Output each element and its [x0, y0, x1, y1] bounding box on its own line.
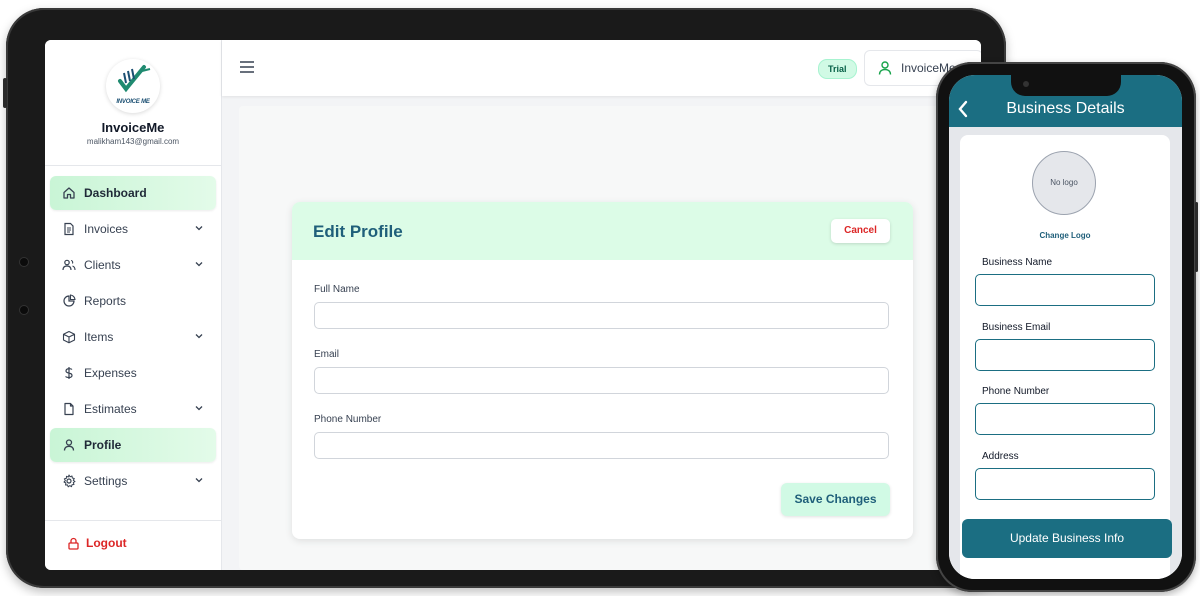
logout-button[interactable]: Logout — [67, 536, 127, 550]
sidebar-item-dashboard[interactable]: Dashboard — [50, 176, 216, 210]
home-icon — [62, 186, 76, 200]
edit-profile-title: Edit Profile — [313, 222, 403, 241]
hamburger-menu-icon[interactable] — [240, 61, 254, 73]
sidebar-item-label: Reports — [84, 294, 127, 308]
sidebar-item-expenses[interactable]: Expenses — [50, 356, 216, 390]
sidebar-item-label: Settings — [84, 474, 128, 488]
sidebar-item-label: Dashboard — [84, 186, 147, 200]
save-changes-button[interactable]: Save Changes — [781, 483, 890, 516]
sidebar-item-profile[interactable]: Profile — [50, 428, 216, 462]
user-icon — [62, 438, 76, 452]
phone-device: Business Details No logo Change Logo Bus… — [936, 62, 1198, 592]
tablet-sensor — [20, 306, 28, 314]
phone-camera — [1023, 81, 1029, 87]
tablet-camera — [20, 258, 28, 266]
user-icon — [878, 61, 892, 75]
box-icon — [62, 330, 76, 344]
logout-label: Logout — [86, 536, 127, 550]
tablet-screen: INVOICE ME InvoiceMe malikham143@gmail.c… — [45, 40, 981, 570]
sidebar-item-settings[interactable]: Settings — [50, 464, 216, 498]
sidebar-divider — [45, 520, 221, 521]
full-name-input[interactable] — [314, 302, 889, 329]
checkmark-logo-icon — [118, 65, 151, 93]
phone-side-button — [1195, 202, 1198, 272]
business-name-input[interactable] — [975, 274, 1155, 306]
chevron-down-icon — [195, 334, 203, 339]
sidebar-item-label: Invoices — [84, 222, 129, 236]
business-logo-placeholder[interactable]: No logo — [1032, 151, 1096, 215]
pie-chart-icon — [62, 294, 76, 308]
sidebar-item-label: Estimates — [84, 402, 137, 416]
sidebar-nav: Dashboard Invoices Clients Reports Items… — [50, 176, 216, 500]
sidebar-item-clients[interactable]: Clients — [50, 248, 216, 282]
business-name-label: Business Name — [982, 257, 1053, 268]
chevron-down-icon — [195, 478, 203, 483]
business-phone-label: Phone Number — [982, 386, 1050, 397]
sidebar-item-invoices[interactable]: Invoices — [50, 212, 216, 246]
business-email-input[interactable] — [975, 339, 1155, 371]
phone-title: Business Details — [1006, 100, 1125, 117]
edit-profile-card: Edit Profile Cancel Full Name Email Phon… — [292, 202, 913, 539]
dollar-icon — [62, 366, 76, 380]
address-label: Address — [982, 451, 1019, 462]
phone-number-input[interactable] — [314, 432, 889, 459]
sidebar-item-estimates[interactable]: Estimates — [50, 392, 216, 426]
phone-body: No logo Change Logo Business Name Busine… — [949, 127, 1182, 579]
sidebar-item-label: Expenses — [84, 366, 137, 380]
tablet-device: INVOICE ME InvoiceMe malikham143@gmail.c… — [3, 8, 1006, 588]
file-icon — [62, 402, 76, 416]
sidebar-item-items[interactable]: Items — [50, 320, 216, 354]
phone-notch — [1011, 75, 1121, 96]
brand-logo-text: INVOICE ME — [116, 99, 150, 105]
document-icon — [62, 222, 76, 236]
sidebar-item-label: Clients — [84, 258, 121, 272]
trial-badge: Trial — [818, 59, 857, 79]
change-logo-link[interactable]: Change Logo — [960, 231, 1170, 240]
chevron-down-icon — [195, 262, 203, 267]
sidebar: INVOICE ME InvoiceMe malikham143@gmail.c… — [45, 40, 222, 570]
brand-email: malikham143@gmail.com — [86, 137, 180, 146]
business-details-card: No logo Change Logo Business Name Busine… — [960, 135, 1170, 579]
phone-header: Business Details — [949, 75, 1182, 127]
phone-number-label: Phone Number — [314, 414, 382, 425]
phone-screen: Business Details No logo Change Logo Bus… — [949, 75, 1182, 579]
address-input[interactable] — [975, 468, 1155, 500]
lock-icon — [68, 537, 79, 550]
brand-name: InvoiceMe — [101, 120, 165, 135]
chevron-down-icon — [195, 406, 203, 411]
top-bar: Trial InvoiceMe — [222, 40, 981, 96]
tablet-side-button — [3, 78, 7, 108]
business-email-label: Business Email — [982, 322, 1051, 333]
email-input[interactable] — [314, 367, 889, 394]
edit-profile-header: Edit Profile Cancel — [292, 202, 913, 260]
cancel-button[interactable]: Cancel — [831, 219, 890, 243]
business-phone-input[interactable] — [975, 403, 1155, 435]
update-business-info-button[interactable]: Update Business Info — [962, 519, 1172, 558]
chevron-down-icon — [195, 226, 203, 231]
full-name-label: Full Name — [314, 284, 360, 295]
users-icon — [62, 258, 76, 272]
brand-header: INVOICE ME InvoiceMe malikham143@gmail.c… — [45, 40, 221, 166]
email-label: Email — [314, 349, 340, 360]
sidebar-item-label: Profile — [84, 438, 122, 452]
sidebar-item-reports[interactable]: Reports — [50, 284, 216, 318]
gear-icon — [62, 474, 76, 488]
sidebar-item-label: Items — [84, 330, 114, 344]
brand-logo: INVOICE ME — [106, 59, 160, 113]
